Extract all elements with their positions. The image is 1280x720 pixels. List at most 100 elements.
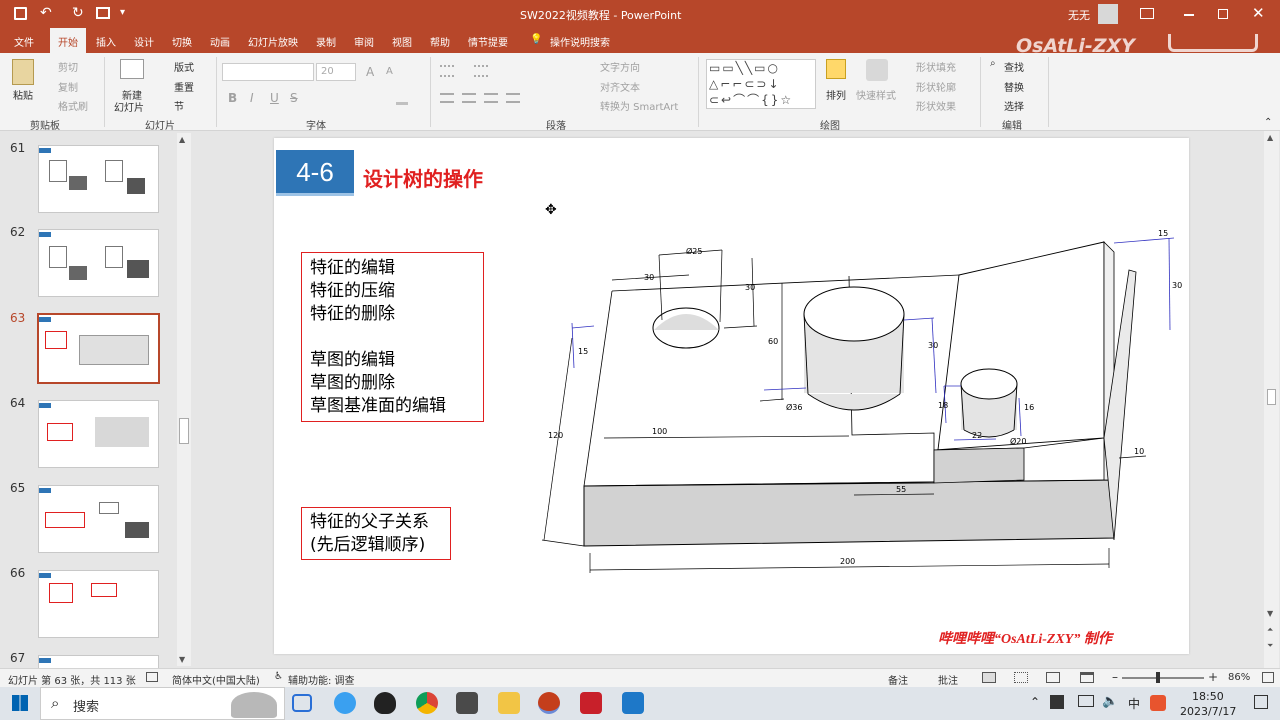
format-painter-button[interactable]: 格式刷 xyxy=(58,98,88,113)
ribbon-display-icon[interactable] xyxy=(1140,8,1154,19)
paste-button[interactable]: 粘贴 xyxy=(13,87,33,102)
tab-animations[interactable]: 动画 xyxy=(210,34,230,49)
windows-start-icon[interactable] xyxy=(12,695,28,711)
font-size-combo[interactable]: 20 xyxy=(316,63,356,81)
scroll-up-icon[interactable]: ▲ xyxy=(179,135,185,144)
sogou-ime-icon[interactable] xyxy=(1150,695,1166,711)
fit-slide-icon[interactable] xyxy=(1262,672,1274,683)
prev-slide-icon[interactable]: ⏶ xyxy=(1267,625,1273,635)
replace-button[interactable]: 替换 xyxy=(1004,79,1024,94)
powerpoint-icon[interactable] xyxy=(538,692,560,714)
redo-icon[interactable]: ↻ xyxy=(72,5,84,21)
paste-icon[interactable] xyxy=(12,59,34,85)
slide[interactable]: 4-6 设计树的操作 特征的编辑 特征的压缩 特征的删除 草图的编辑 草图的删除… xyxy=(274,138,1189,654)
photos-icon[interactable] xyxy=(622,692,644,714)
close-button[interactable]: ✕ xyxy=(1252,4,1265,22)
arrange-icon[interactable] xyxy=(826,59,846,79)
tab-record[interactable]: 录制 xyxy=(316,34,336,49)
numbering-icon[interactable] xyxy=(474,65,488,77)
feature-operations-box[interactable]: 特征的编辑 特征的压缩 特征的删除 草图的编辑 草图的删除 草图基准面的编辑 xyxy=(301,252,484,422)
slide-thumbnail[interactable] xyxy=(38,570,159,638)
shrink-font-button[interactable]: A xyxy=(386,66,393,77)
align-text-button[interactable]: 对齐文本 xyxy=(600,79,640,94)
zoom-slider-thumb[interactable] xyxy=(1156,672,1160,683)
zoom-slider[interactable] xyxy=(1122,677,1204,679)
justify-icon[interactable] xyxy=(506,93,520,103)
slide-thumbnail[interactable] xyxy=(38,229,159,297)
tray-app-icon[interactable] xyxy=(1050,695,1064,709)
solidworks-icon[interactable] xyxy=(580,692,602,714)
reset-button[interactable]: 重置 xyxy=(174,79,194,94)
qq-icon[interactable] xyxy=(374,692,396,714)
baidu-netdisk-icon[interactable] xyxy=(334,692,356,714)
tell-me-search[interactable]: 操作说明搜索 xyxy=(550,34,610,49)
scroll-thumb[interactable] xyxy=(1267,389,1276,405)
zoom-in-button[interactable]: + xyxy=(1208,670,1218,684)
scroll-thumb[interactable] xyxy=(179,418,189,444)
strikethrough-button[interactable]: S xyxy=(290,91,298,105)
minimize-button[interactable] xyxy=(1184,14,1194,16)
clock-date[interactable]: 2023/7/17 xyxy=(1180,705,1236,718)
tab-slideshow[interactable]: 幻灯片放映 xyxy=(248,34,298,49)
font-name-combo[interactable] xyxy=(222,63,314,81)
cut-button[interactable]: 剪切 xyxy=(58,59,78,74)
lightbulb-icon[interactable]: 💡 xyxy=(530,34,542,45)
reading-view-icon[interactable] xyxy=(1046,672,1060,683)
user-name[interactable]: 无无 xyxy=(1068,7,1090,23)
chrome-icon[interactable] xyxy=(416,692,438,714)
align-right-icon[interactable] xyxy=(484,93,498,103)
shape-outline-button[interactable]: 形状轮廓 xyxy=(916,79,956,94)
bullets-icon[interactable] xyxy=(440,65,454,77)
quick-styles-icon[interactable] xyxy=(866,59,888,81)
tab-file[interactable]: 文件 xyxy=(14,34,34,49)
slideshow-qat-icon[interactable] xyxy=(96,7,110,19)
slide-counter[interactable]: 幻灯片 第 63 张，共 113 张 xyxy=(8,672,136,687)
qat-more-icon[interactable]: ▾ xyxy=(120,7,125,18)
file-explorer-icon[interactable] xyxy=(498,692,520,714)
spellcheck-icon[interactable] xyxy=(146,672,158,682)
new-slide-icon[interactable] xyxy=(120,59,144,79)
tab-storyboard[interactable]: 情节提要 xyxy=(468,34,508,49)
tab-help[interactable]: 帮助 xyxy=(430,34,450,49)
collapse-ribbon-icon[interactable]: ⌃ xyxy=(1264,117,1272,128)
layout-button[interactable]: 版式 xyxy=(174,59,194,74)
italic-button[interactable]: I xyxy=(250,91,254,105)
underline-button[interactable]: U xyxy=(270,91,279,105)
taskbar-search-box[interactable]: ⌕ 搜索 xyxy=(40,687,285,720)
volume-icon[interactable]: 🔈 xyxy=(1102,694,1118,709)
bold-button[interactable]: B xyxy=(228,91,237,105)
zoom-out-button[interactable]: – xyxy=(1112,670,1118,684)
select-button[interactable]: 选择 xyxy=(1004,98,1024,113)
language-status[interactable]: 简体中文(中国大陆) xyxy=(172,672,260,687)
align-left-icon[interactable] xyxy=(440,93,454,103)
tab-review[interactable]: 审阅 xyxy=(354,34,374,49)
avatar[interactable] xyxy=(1098,4,1118,24)
shapes-gallery[interactable]: ▭▭╲╲▭○ △⌐⌐⊂⊃↓ ⊂↩⌒⌒{}☆ xyxy=(706,59,816,109)
accessibility-icon[interactable]: ♿ xyxy=(274,671,283,682)
accessibility-status[interactable]: 辅助功能: 调查 xyxy=(288,672,355,687)
tab-transitions[interactable]: 切换 xyxy=(172,34,192,49)
find-button[interactable]: 查找 xyxy=(1004,59,1024,74)
scroll-down-icon[interactable]: ▼ xyxy=(1267,609,1273,618)
next-slide-icon[interactable]: ⏷ xyxy=(1267,641,1273,651)
align-center-icon[interactable] xyxy=(462,93,476,103)
arrange-button[interactable]: 排列 xyxy=(826,87,846,102)
new-slide-button-line2[interactable]: 幻灯片 xyxy=(114,99,144,114)
text-direction-button[interactable]: 文字方向 xyxy=(600,59,640,74)
smartart-button[interactable]: 转换为 SmartArt xyxy=(600,98,678,113)
parent-child-box[interactable]: 特征的父子关系 (先后逻辑顺序) xyxy=(301,507,451,560)
thumbnail-scrollbar[interactable]: ▲ ▼ xyxy=(177,133,191,666)
slideshow-view-icon[interactable] xyxy=(1080,672,1094,683)
normal-view-icon[interactable] xyxy=(982,672,996,683)
tab-home[interactable]: 开始 xyxy=(50,28,86,53)
network-icon[interactable] xyxy=(1078,695,1094,707)
slide-sorter-icon[interactable] xyxy=(1014,672,1028,683)
tab-insert[interactable]: 插入 xyxy=(96,34,116,49)
tray-chevron-icon[interactable]: ⌃ xyxy=(1030,695,1040,709)
slide-thumbnail[interactable] xyxy=(38,145,159,213)
comments-button[interactable]: 批注 xyxy=(938,672,958,687)
slide-thumbnail[interactable] xyxy=(38,485,159,553)
undo-icon[interactable]: ↶ xyxy=(40,5,52,21)
scroll-up-icon[interactable]: ▲ xyxy=(1267,133,1273,142)
notes-button[interactable]: 备注 xyxy=(888,672,908,687)
